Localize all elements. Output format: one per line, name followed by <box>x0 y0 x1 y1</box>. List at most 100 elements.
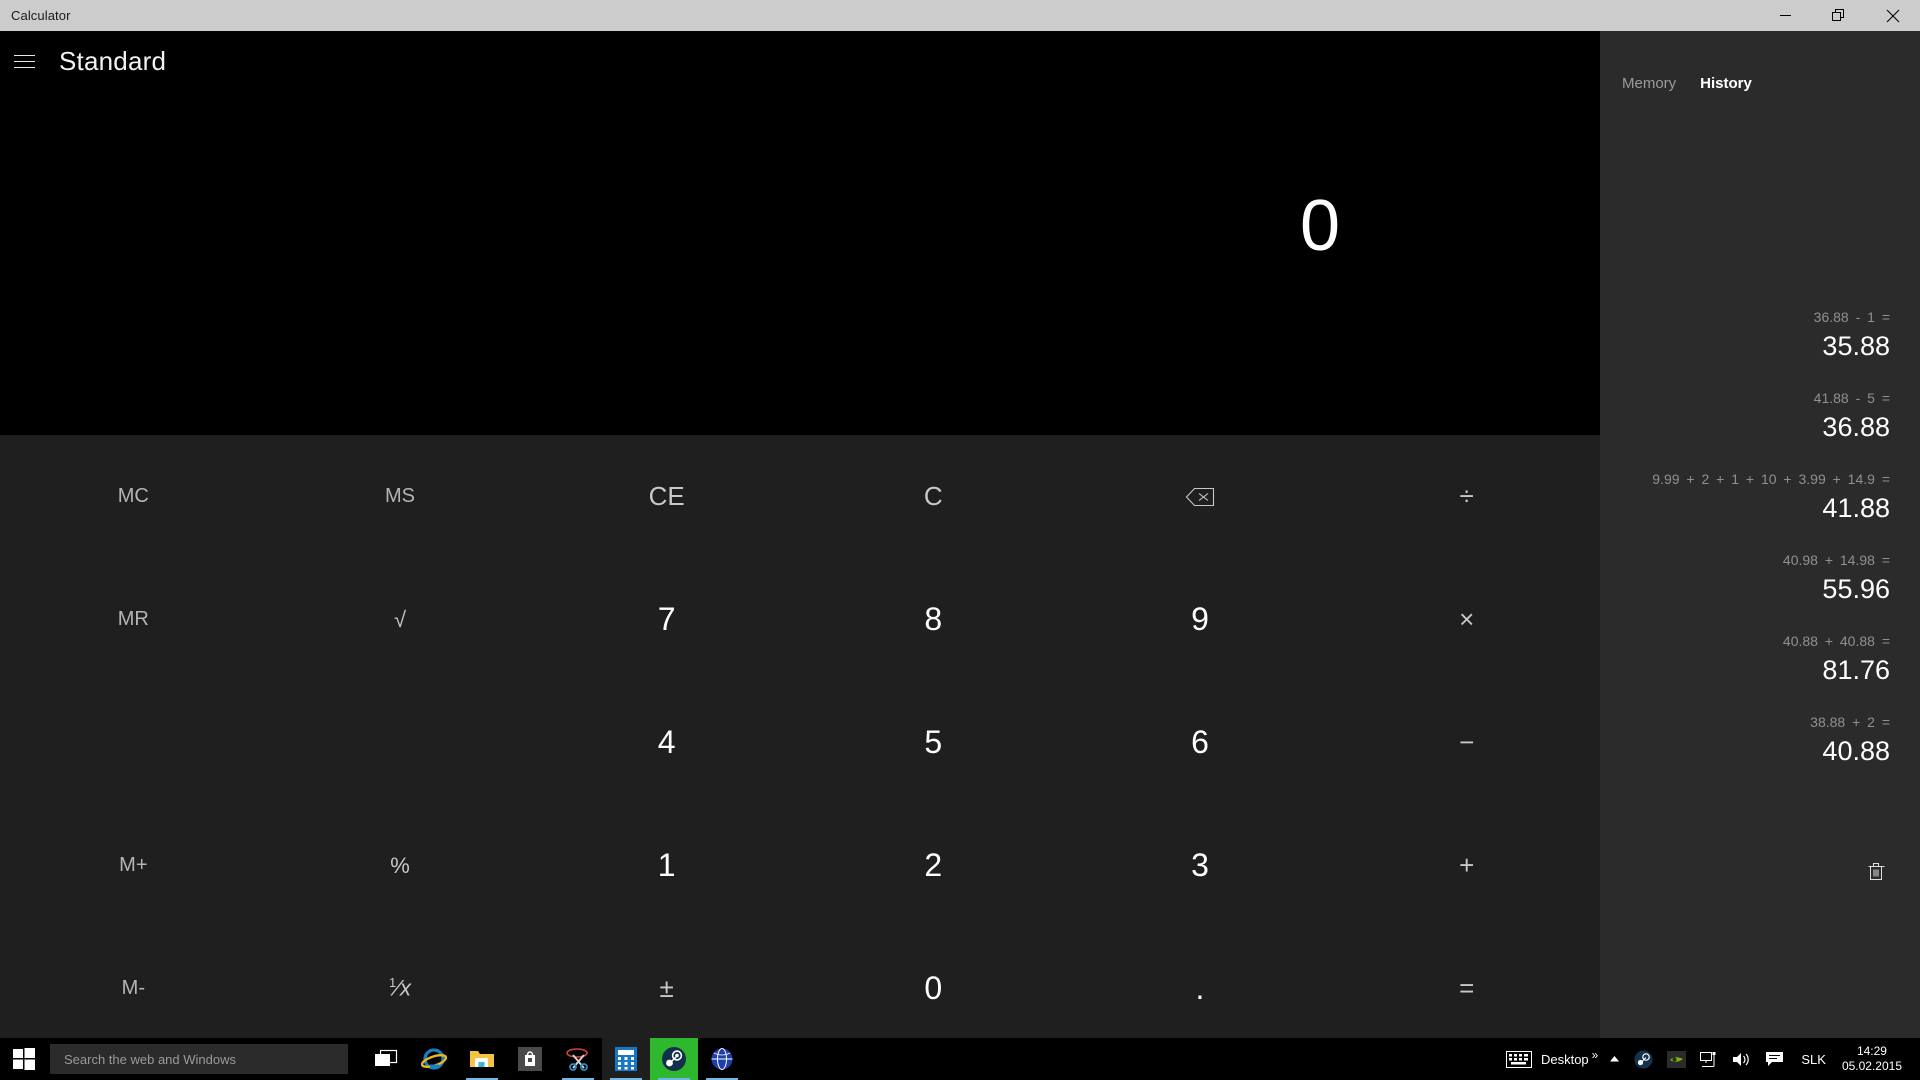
search-placeholder: Search the web and Windows <box>64 1051 236 1067</box>
add-button[interactable]: + <box>1333 804 1600 927</box>
steam-button[interactable] <box>650 1038 698 1080</box>
history-item[interactable]: 38.88 + 2 = 40.88 <box>1600 711 1890 768</box>
history-expression: 40.88 + 40.88 = <box>1782 633 1890 649</box>
network-tray-button[interactable] <box>1693 1038 1725 1080</box>
chevron-double-right-icon[interactable]: » <box>1591 1048 1603 1070</box>
store-button[interactable] <box>506 1038 554 1080</box>
file-explorer-button[interactable] <box>458 1038 506 1080</box>
calculator-icon <box>615 1047 637 1071</box>
reciprocal-button[interactable]: 1⁄x <box>267 927 534 1050</box>
clear-entry-button[interactable]: CE <box>533 435 800 558</box>
calculator-keypad: MC MS CE C ÷ MR √ 7 8 9 × 4 5 6− M+% 1 2 3 + M- 1⁄x ±0. = <box>0 435 1600 1050</box>
calculator-main: Standard 0 MC MS CE C ÷ MR √ 7 8 9 × 4 5 6− M+% 1 2 3 + M- 1… <box>0 31 1600 1050</box>
taskbar: Search the web and Windows Desktop » SLK… <box>0 1038 1920 1080</box>
memory-add-button[interactable]: M+ <box>0 804 267 927</box>
memory-store-button[interactable]: MS <box>267 435 534 558</box>
empty-cell <box>267 681 534 804</box>
equals-button[interactable]: = <box>1333 927 1600 1050</box>
task-view-icon <box>375 1049 398 1066</box>
history-result: 81.76 <box>1822 655 1890 685</box>
square-root-button[interactable]: √ <box>267 558 534 681</box>
start-button[interactable] <box>0 1038 48 1080</box>
folder-icon <box>470 1051 494 1067</box>
clear-history-button[interactable] <box>1858 853 1894 889</box>
percent-button[interactable]: % <box>267 804 534 927</box>
history-panel: Memory History 36.88 - 1 = 35.88 41.88 - 5… <box>1600 31 1920 1050</box>
digit-3-button[interactable]: 3 <box>1067 804 1334 927</box>
digit-1-button[interactable]: 1 <box>533 804 800 927</box>
history-item[interactable]: 9.99 + 2 + 1 + 10 + 3.99 + 14.9 = 41.88 <box>1600 468 1890 525</box>
minimize-button[interactable] <box>1758 0 1812 31</box>
hamburger-line <box>14 66 35 68</box>
history-result: 35.88 <box>1822 331 1890 361</box>
history-item[interactable]: 40.98 + 14.98 = 55.96 <box>1600 549 1890 606</box>
digit-9-button[interactable]: 9 <box>1067 558 1334 681</box>
clock-time: 14:29 <box>1856 1044 1887 1058</box>
history-expression: 9.99 + 2 + 1 + 10 + 3.99 + 14.9 = <box>1652 471 1890 487</box>
history-item[interactable]: 36.88 - 1 = 35.88 <box>1600 306 1890 363</box>
digit-2-button[interactable]: 2 <box>800 804 1067 927</box>
history-expression: 41.88 - 5 = <box>1813 390 1890 406</box>
action-center-button[interactable] <box>1758 1038 1791 1080</box>
clock-date: 05.02.2015 <box>1841 1059 1902 1073</box>
windows-start-icon <box>13 1048 35 1070</box>
nvidia-icon <box>1667 1050 1687 1068</box>
history-result: 40.88 <box>1822 736 1890 766</box>
decimal-point-button[interactable]: . <box>1067 927 1334 1050</box>
memory-subtract-button[interactable]: M- <box>0 927 267 1050</box>
language-indicator[interactable]: SLK <box>1791 1052 1836 1067</box>
desktop-toolbar-label[interactable]: Desktop <box>1539 1052 1591 1067</box>
volume-icon <box>1733 1052 1750 1066</box>
steam-tray-button[interactable] <box>1627 1038 1660 1080</box>
display-value: 0 <box>1299 186 1340 266</box>
backspace-icon[interactable] <box>1067 435 1334 558</box>
close-icon <box>1886 9 1900 22</box>
digit-8-button[interactable]: 8 <box>800 558 1067 681</box>
memory-recall-button[interactable]: MR <box>0 558 267 681</box>
hamburger-menu-icon[interactable] <box>14 49 42 73</box>
digit-6-button[interactable]: 6 <box>1067 681 1334 804</box>
volume-button[interactable] <box>1725 1038 1758 1080</box>
internet-explorer-icon <box>421 1048 447 1070</box>
memory-clear-button[interactable]: MC <box>0 435 267 558</box>
history-result: 36.88 <box>1822 412 1890 442</box>
search-input[interactable]: Search the web and Windows <box>50 1044 348 1074</box>
show-hidden-icons-button[interactable] <box>1602 1038 1627 1080</box>
digit-7-button[interactable]: 7 <box>533 558 800 681</box>
plus-minus-button[interactable]: ± <box>533 927 800 1050</box>
task-view-button[interactable] <box>362 1038 410 1080</box>
nvidia-tray-button[interactable] <box>1660 1038 1693 1080</box>
divide-button[interactable]: ÷ <box>1333 435 1600 558</box>
multiply-button[interactable]: × <box>1333 558 1600 681</box>
system-tray: Desktop » SLK 14:29 05.02.2015 <box>1499 1038 1920 1080</box>
browser-button[interactable] <box>698 1038 746 1080</box>
taskbar-buttons <box>362 1038 746 1080</box>
tab-memory[interactable]: Memory <box>1622 75 1676 92</box>
calculator-button[interactable] <box>602 1038 650 1080</box>
digit-4-button[interactable]: 4 <box>533 681 800 804</box>
history-item[interactable]: 40.88 + 40.88 = 81.76 <box>1600 630 1890 687</box>
history-item[interactable]: 41.88 - 5 = 36.88 <box>1600 387 1890 444</box>
restore-button[interactable] <box>1812 0 1866 31</box>
internet-explorer-button[interactable] <box>410 1038 458 1080</box>
clear-button[interactable]: C <box>800 435 1067 558</box>
snipping-tool-button[interactable] <box>554 1038 602 1080</box>
action-center-icon <box>1766 1051 1784 1066</box>
globe-icon <box>711 1048 733 1070</box>
digit-5-button[interactable]: 5 <box>800 681 1067 804</box>
history-list: 36.88 - 1 = 35.88 41.88 - 5 = 36.88 9.99 + 2… <box>1600 306 1920 792</box>
scissors-icon <box>566 1048 588 1071</box>
close-button[interactable] <box>1866 0 1920 31</box>
clock[interactable]: 14:29 05.02.2015 <box>1836 1044 1914 1074</box>
history-expression: 36.88 - 1 = <box>1813 309 1890 325</box>
keyboard-icon <box>1505 1050 1532 1068</box>
tab-history[interactable]: History <box>1700 75 1752 92</box>
reciprocal-label: 1⁄x <box>389 975 411 1001</box>
empty-cell <box>0 681 267 804</box>
digit-0-button[interactable]: 0 <box>800 927 1067 1050</box>
store-bag-icon <box>518 1047 542 1071</box>
trash-icon <box>1868 862 1884 880</box>
subtract-button[interactable]: − <box>1333 681 1600 804</box>
touch-keyboard-button[interactable] <box>1499 1038 1539 1080</box>
history-result: 41.88 <box>1822 493 1890 523</box>
